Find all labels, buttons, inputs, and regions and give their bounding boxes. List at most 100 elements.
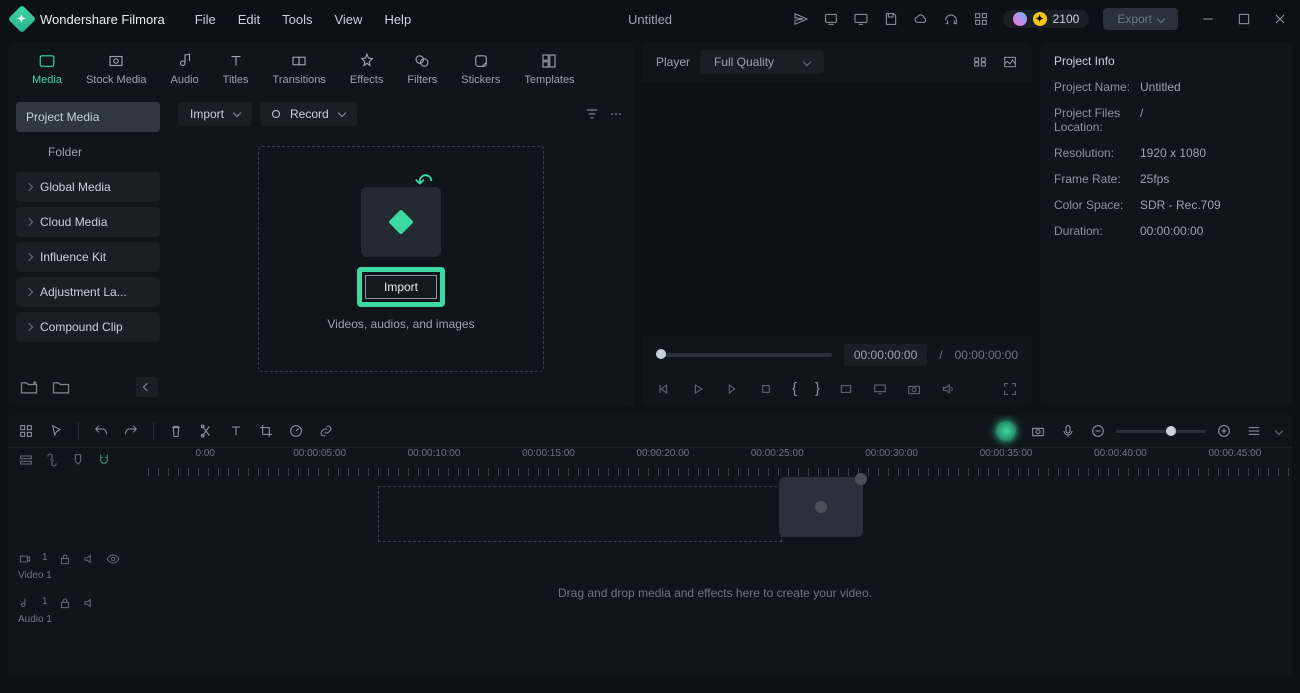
screen-icon[interactable] <box>853 11 869 27</box>
credits-badge[interactable]: ✦ 2100 <box>1003 10 1090 28</box>
maximize-icon[interactable] <box>1236 11 1252 27</box>
export-button[interactable]: Export <box>1103 8 1178 30</box>
volume-icon[interactable] <box>940 381 956 397</box>
menu-file[interactable]: File <box>195 12 216 27</box>
sidebar-item-folder[interactable]: Folder <box>16 137 160 167</box>
visibility-icon[interactable] <box>106 552 120 566</box>
play-icon[interactable] <box>690 381 706 397</box>
sidebar-item-cloud-media[interactable]: Cloud Media <box>16 207 160 237</box>
tab-filters[interactable]: Filters <box>395 48 449 90</box>
save-icon[interactable] <box>883 11 899 27</box>
import-dropzone[interactable]: ↶ Import Videos, audios, and images <box>258 146 544 372</box>
menu-tools[interactable]: Tools <box>282 12 312 27</box>
redo-icon[interactable] <box>123 423 139 439</box>
tab-stickers[interactable]: Stickers <box>449 48 512 90</box>
audio-track-header[interactable]: 1 Audio 1 <box>18 588 128 632</box>
magnet-icon[interactable] <box>96 452 112 468</box>
music-icon <box>18 596 32 610</box>
send-icon[interactable] <box>793 11 809 27</box>
ai-assist-button[interactable] <box>996 421 1016 441</box>
timeline-track-area[interactable]: Drag and drop media and effects here to … <box>138 476 1292 677</box>
sidebar-item-adjustment-layer[interactable]: Adjustment La... <box>16 277 160 307</box>
quality-select[interactable]: Full Quality <box>700 50 824 74</box>
timeline-options-icon[interactable] <box>1246 423 1262 439</box>
filter-icon[interactable] <box>584 106 600 122</box>
video-track-header[interactable]: 1 Video 1 <box>18 544 128 588</box>
snapshot-icon[interactable] <box>906 381 922 397</box>
delete-icon[interactable] <box>168 423 184 439</box>
crop-icon[interactable] <box>258 423 274 439</box>
track-layout-icon[interactable] <box>18 452 34 468</box>
titlebar: ✦ Wondershare Filmora File Edit Tools Vi… <box>0 0 1300 38</box>
link-tracks-icon[interactable] <box>44 452 60 468</box>
aspect-icon[interactable] <box>838 381 854 397</box>
image-view-icon[interactable] <box>1002 54 1018 70</box>
minimize-icon[interactable] <box>1200 11 1216 27</box>
close-icon[interactable] <box>1272 11 1288 27</box>
project-info-title: Project Info <box>1054 54 1278 68</box>
mute-icon[interactable] <box>82 552 96 566</box>
zoom-out-icon[interactable] <box>1090 423 1106 439</box>
mute-icon[interactable] <box>82 596 96 610</box>
stop-icon[interactable] <box>758 381 774 397</box>
collapse-sidebar-button[interactable] <box>136 377 158 397</box>
import-dropdown[interactable]: Import <box>178 102 252 126</box>
cursor-icon[interactable] <box>48 423 64 439</box>
tab-transitions[interactable]: Transitions <box>261 48 338 90</box>
zoom-thumb[interactable] <box>1166 426 1176 436</box>
grid-view-icon[interactable] <box>972 54 988 70</box>
cloud-icon[interactable] <box>913 11 929 27</box>
current-timecode[interactable]: 00:00:00:00 <box>844 344 927 366</box>
info-label: Color Space: <box>1054 198 1140 212</box>
link-icon[interactable] <box>318 423 334 439</box>
marker-icon[interactable] <box>70 452 86 468</box>
scrubber-thumb[interactable] <box>656 349 666 359</box>
more-icon[interactable] <box>608 106 624 122</box>
tab-stock-media[interactable]: Stock Media <box>74 48 159 90</box>
headphones-icon[interactable] <box>943 11 959 27</box>
mic-icon[interactable] <box>1060 423 1076 439</box>
apps-icon[interactable] <box>973 11 989 27</box>
split-icon[interactable] <box>198 423 214 439</box>
record-dropdown[interactable]: Record <box>260 102 357 126</box>
zoom-slider[interactable] <box>1116 430 1206 433</box>
lock-icon[interactable] <box>58 596 72 610</box>
timeline-drop-target[interactable] <box>378 486 782 542</box>
layout-icon[interactable] <box>18 423 34 439</box>
scrubber[interactable] <box>656 353 832 357</box>
preview-viewport[interactable] <box>642 82 1032 336</box>
zoom-in-icon[interactable] <box>1216 423 1232 439</box>
prev-frame-icon[interactable] <box>656 381 672 397</box>
camera-icon[interactable] <box>1030 423 1046 439</box>
device-icon[interactable] <box>823 11 839 27</box>
sidebar-item-compound-clip[interactable]: Compound Clip <box>16 312 160 342</box>
mark-out-icon[interactable]: } <box>815 380 820 397</box>
sidebar-item-influence-kit[interactable]: Influence Kit <box>16 242 160 272</box>
menu-help[interactable]: Help <box>384 12 411 27</box>
fullscreen-icon[interactable] <box>1002 381 1018 397</box>
undo-icon[interactable] <box>93 423 109 439</box>
lock-icon[interactable] <box>58 552 72 566</box>
tab-effects[interactable]: Effects <box>338 48 395 90</box>
menu-edit[interactable]: Edit <box>238 12 260 27</box>
chevron-down-icon[interactable] <box>1275 427 1283 435</box>
info-value: 00:00:00:00 <box>1140 224 1203 238</box>
new-folder-icon[interactable] <box>18 377 40 397</box>
tab-media[interactable]: Media <box>20 48 74 90</box>
folder-icon[interactable] <box>50 377 72 397</box>
speed-icon[interactable] <box>288 423 304 439</box>
timeline-hint: Drag and drop media and effects here to … <box>138 586 1292 600</box>
mark-in-icon[interactable]: { <box>792 380 797 397</box>
display-icon[interactable] <box>872 381 888 397</box>
tab-audio[interactable]: Audio <box>159 48 211 90</box>
text-icon[interactable] <box>228 423 244 439</box>
sidebar-item-project-media[interactable]: Project Media <box>16 102 160 132</box>
tab-titles[interactable]: Titles <box>211 48 261 90</box>
tab-templates[interactable]: Templates <box>512 48 586 90</box>
sidebar-item-global-media[interactable]: Global Media <box>16 172 160 202</box>
next-frame-icon[interactable] <box>724 381 740 397</box>
import-button[interactable]: Import <box>365 275 437 299</box>
timeline-ruler[interactable]: 0:00 00:00:05:00 00:00:10:00 00:00:15:00… <box>148 448 1292 476</box>
library-sidebar: Project Media Folder Global Media Cloud … <box>8 96 168 407</box>
menu-view[interactable]: View <box>334 12 362 27</box>
